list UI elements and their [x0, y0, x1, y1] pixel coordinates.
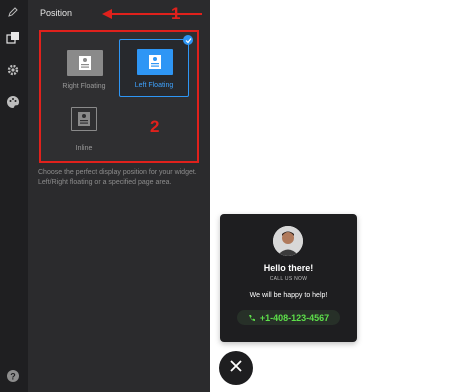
phone-call-button[interactable]: +1-408-123-4567	[237, 310, 340, 325]
right-floating-thumbnail	[67, 50, 103, 76]
close-icon	[229, 359, 243, 378]
widget-subtitle: CALL US NOW	[269, 276, 308, 282]
annotation-number-2: 2	[150, 117, 160, 136]
widget-preview-card: Hello there! CALL US NOW We will be happ…	[220, 214, 357, 342]
palette-icon[interactable]	[5, 94, 21, 110]
phone-icon	[248, 309, 256, 327]
icon-rail: ?	[0, 0, 28, 392]
avatar	[273, 226, 303, 256]
left-floating-thumbnail	[137, 49, 173, 75]
app-root: ? Position 1 Right Floating Left Floatin…	[0, 0, 474, 392]
phone-number: +1-408-123-4567	[259, 312, 330, 323]
inline-thumbnail	[71, 107, 97, 131]
annotation-arrow	[102, 9, 202, 19]
option-right-floating[interactable]: Right Floating	[49, 40, 119, 98]
close-widget-button[interactable]	[219, 351, 253, 385]
option-label: Inline	[75, 145, 93, 152]
option-left-floating[interactable]: Left Floating	[119, 35, 193, 97]
checkmark-icon	[183, 35, 193, 45]
layers-icon[interactable]	[5, 30, 21, 46]
position-options-highlight: Right Floating Left Floating Inline 2	[39, 30, 199, 163]
help-icon[interactable]: ?	[5, 368, 21, 384]
pencil-icon[interactable]	[5, 4, 21, 20]
svg-text:?: ?	[10, 372, 16, 382]
option-label: Right Floating	[62, 83, 106, 90]
settings-panel: Position 1 Right Floating Left Floating	[28, 0, 210, 392]
widget-greeting: Hello there!	[263, 263, 314, 273]
widget-message: We will be happy to help!	[249, 292, 328, 299]
help-text: Choose the perfect display position for …	[38, 169, 197, 186]
gear-icon[interactable]	[5, 62, 21, 78]
panel-title: Position	[40, 8, 73, 18]
option-inline[interactable]: Inline	[49, 100, 119, 158]
option-label: Left Floating	[134, 82, 174, 89]
annotation-number-1: 1	[171, 4, 181, 23]
